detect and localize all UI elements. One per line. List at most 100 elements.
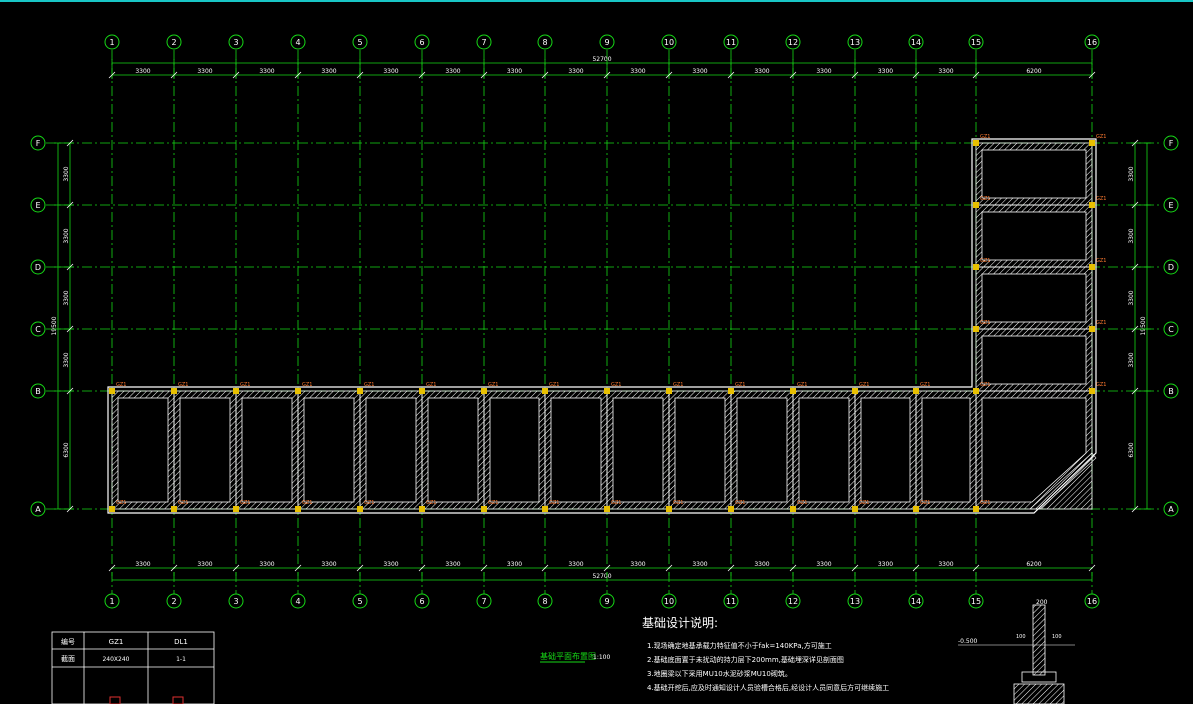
axis-label: 4: [295, 38, 300, 47]
axis-label: A: [35, 505, 41, 514]
column-gz1: [1089, 326, 1095, 332]
wall-bay-opening-right: [981, 335, 1087, 385]
dimension-text-row: 3300: [63, 352, 70, 367]
column-gz1: [357, 506, 363, 512]
column-gz1: [419, 388, 425, 394]
wall-bay-opening: [117, 397, 169, 503]
dimension-text-overall: 52700: [592, 56, 611, 63]
axis-label: 2: [171, 597, 176, 606]
axis-label: D: [35, 263, 41, 272]
column-tag: GZ1: [980, 134, 990, 140]
axis-label: 12: [788, 38, 798, 47]
axis-label: 1: [109, 38, 114, 47]
schedule-header: GZ1: [109, 638, 124, 646]
column-gz1: [973, 264, 979, 270]
dimension-text-bay: 3300: [630, 68, 645, 75]
axis-label: 6: [419, 38, 424, 47]
notes-heading: 基础设计说明:: [642, 615, 718, 630]
dimension-text-overall: 19500: [51, 316, 58, 335]
axis-label: 7: [481, 38, 486, 47]
dimension-text-row: 3300: [1128, 290, 1135, 305]
wall-bay-opening-right: [981, 211, 1087, 261]
column-gz1: [666, 506, 672, 512]
dimension-text-row: 3300: [1128, 228, 1135, 243]
dimension-text-bay: 3300: [816, 68, 831, 75]
section-dim: 100: [1052, 634, 1062, 640]
axis-label: B: [1168, 387, 1174, 396]
column-tag: GZ1: [673, 382, 683, 388]
column-gz1: [295, 506, 301, 512]
dimension-text-overall: 19500: [1140, 316, 1147, 335]
column-gz1: [913, 388, 919, 394]
dimension-text-overall: 52700: [592, 573, 611, 580]
wall-bay-opening: [860, 397, 911, 503]
column-tag: GZ1: [549, 382, 559, 388]
axis-label: 14: [911, 38, 921, 47]
column-gz1: [419, 506, 425, 512]
axis-label: B: [35, 387, 41, 396]
dimension-text-bay: 3300: [445, 561, 460, 568]
column-tag: GZ1: [797, 500, 807, 506]
column-gz1: [973, 140, 979, 146]
dimension-text-bay: 3300: [321, 561, 336, 568]
column-tag: GZ1: [611, 500, 621, 506]
dimension-text-bay: 3300: [197, 561, 212, 568]
column-tag: GZ1: [364, 500, 374, 506]
dimension-text-bay: 3300: [135, 68, 150, 75]
wall-bay-opening: [241, 397, 293, 503]
axis-label: 3: [233, 38, 238, 47]
axis-label: 5: [357, 597, 362, 606]
dimension-text-bay: 3300: [938, 68, 953, 75]
axis-label: A: [1168, 505, 1174, 514]
axis-label: C: [35, 325, 41, 334]
column-tag: GZ1: [859, 500, 869, 506]
dimension-text-bay: 3300: [197, 68, 212, 75]
column-tag: GZ1: [735, 500, 745, 506]
section-dim: 100: [1016, 634, 1026, 640]
column-tag: GZ1: [673, 500, 683, 506]
dimension-text-bay: 3300: [259, 561, 274, 568]
axis-label: 9: [604, 597, 609, 606]
column-tag: GZ1: [364, 382, 374, 388]
dimension-text-bay: 3300: [507, 561, 522, 568]
axis-label: 8: [542, 597, 547, 606]
wall-bay-opening: [674, 397, 726, 503]
notes-line: 3.地圈梁以下采用MU10水泥砂浆MU10砌筑。: [647, 669, 792, 678]
section-dim-top: 200: [1036, 599, 1048, 606]
column-gz1: [171, 388, 177, 394]
wall-bay-opening: [365, 397, 417, 503]
schedule-table: [51, 631, 215, 704]
dimension-text-row: 3300: [1128, 352, 1135, 367]
column-gz1: [357, 388, 363, 394]
column-gz1: [790, 388, 796, 394]
wall-bay-opening: [921, 397, 971, 503]
axis-label: E: [35, 201, 40, 210]
dimension-text-bay: 3300: [692, 561, 707, 568]
axis-label: 11: [726, 38, 736, 47]
column-tag: GZ1: [980, 320, 990, 326]
axis-label: 13: [850, 597, 860, 606]
wall-bay-opening: [427, 397, 479, 503]
foundation-plan-drawing[interactable]: 1122334455667788991010111112121313141415…: [0, 0, 1193, 704]
column-gz1: [542, 388, 548, 394]
axis-label: 6: [419, 597, 424, 606]
axis-label: E: [1168, 201, 1173, 210]
schedule-section-sketch: [109, 696, 121, 704]
dimension-text-row: 6300: [63, 442, 70, 457]
column-tag: GZ1: [797, 382, 807, 388]
schedule-header: DL1: [174, 638, 188, 646]
column-gz1: [1089, 140, 1095, 146]
wall-bay-opening: [303, 397, 355, 503]
column-tag: GZ1: [302, 500, 312, 506]
dimension-text-row: 3300: [1128, 166, 1135, 181]
column-tag: GZ1: [116, 500, 126, 506]
column-tag: GZ1: [1096, 196, 1106, 202]
dimension-text-bay: 3300: [259, 68, 274, 75]
column-tag: GZ1: [980, 382, 990, 388]
axis-label: 15: [971, 38, 981, 47]
dimension-text-row: 6300: [1128, 442, 1135, 457]
axis-label: 16: [1087, 38, 1097, 47]
plan-title: 基础平面布置图: [540, 651, 596, 661]
wall-bay-opening: [489, 397, 540, 503]
column-gz1: [973, 202, 979, 208]
